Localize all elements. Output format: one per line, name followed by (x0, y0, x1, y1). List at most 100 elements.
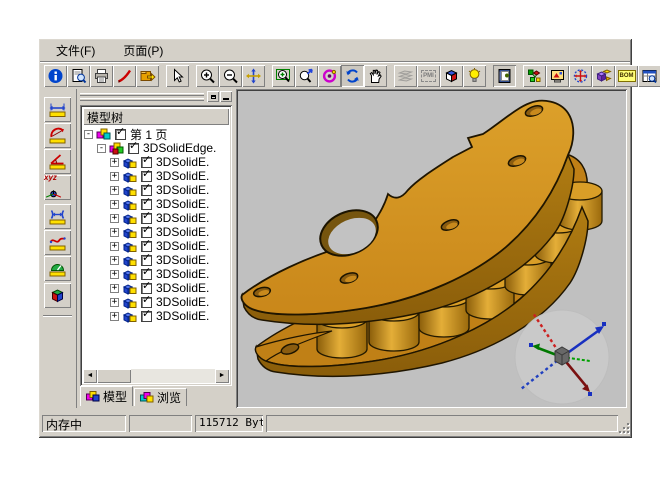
part-node-icon (122, 282, 138, 295)
zoom-out-button[interactable] (219, 65, 242, 87)
refresh-button[interactable] (341, 65, 364, 87)
explode-parts-button[interactable] (592, 65, 615, 87)
pan-button[interactable] (242, 65, 265, 87)
part-node-icon (122, 240, 138, 253)
tree-row-part[interactable]: +✓3DSolidE. (84, 183, 228, 197)
scroll-thumb[interactable] (97, 369, 131, 383)
measure-radius-button[interactable] (44, 123, 71, 148)
panel-titlebar[interactable] (78, 90, 234, 103)
tab-model[interactable]: 模型 (80, 386, 133, 406)
redline-button[interactable] (113, 65, 136, 87)
tree-checkbox[interactable]: ✓ (141, 227, 152, 238)
measure-length-button[interactable] (44, 97, 71, 122)
tab-browse[interactable]: 浏览 (134, 388, 187, 406)
tree-row-part[interactable]: +✓3DSolidE. (84, 211, 228, 225)
expand-icon[interactable]: + (110, 284, 119, 293)
scroll-right-arrow[interactable]: ► (215, 369, 229, 383)
menu-page[interactable]: 页面(P) (121, 41, 165, 60)
expand-icon[interactable]: + (110, 228, 119, 237)
tree-row-part[interactable]: +✓3DSolidE. (84, 155, 228, 169)
coordinate-xyz-button[interactable]: xyz (44, 175, 71, 200)
expand-icon[interactable]: + (110, 214, 119, 223)
zoom-out-icon (222, 68, 239, 84)
tree-row-part[interactable]: +✓3DSolidE. (84, 197, 228, 211)
scroll-left-arrow[interactable]: ◄ (83, 369, 97, 383)
tree-checkbox[interactable]: ✓ (141, 213, 152, 224)
panel-float-button[interactable] (207, 91, 219, 102)
drag-grip[interactable] (80, 98, 204, 101)
app-window: 文件(F) 页面(P) PMI (38, 38, 632, 438)
tree-checkbox[interactable]: ✓ (141, 269, 152, 280)
pmi-button[interactable]: PMI (417, 65, 440, 87)
expand-icon[interactable]: + (110, 270, 119, 279)
tree-checkbox[interactable]: ✓ (115, 129, 126, 140)
tree-row-part[interactable]: + ✓ 3DSolidE. (84, 281, 228, 295)
tree-checkbox[interactable]: ✓ (141, 297, 152, 308)
spin-button[interactable] (318, 65, 341, 87)
collapse-icon[interactable]: - (84, 130, 93, 139)
measure-curve-button[interactable] (44, 230, 71, 255)
attribute-table-button[interactable] (638, 65, 660, 87)
tree-row-part[interactable]: +✓3DSolidE. (84, 309, 228, 323)
tree-item-label: 3DSolidE. (156, 281, 209, 295)
tree-hscrollbar[interactable]: ◄ ► (83, 369, 229, 383)
viewport-3d[interactable] (236, 89, 627, 408)
tree-row-part[interactable]: +✓3DSolidE. (84, 253, 228, 267)
assembly-tree-button[interactable] (523, 65, 546, 87)
model-tab-icon (86, 391, 100, 403)
tree-checkbox[interactable]: ✓ (141, 241, 152, 252)
tree-row-assembly[interactable]: - ✓ 3DSolidEdge. (84, 141, 228, 155)
layers-button[interactable] (394, 65, 417, 87)
collapse-icon[interactable]: - (97, 144, 106, 153)
tree-row-page[interactable]: - ✓ 第 1 页 (84, 127, 228, 141)
measure-distance-icon (48, 208, 67, 226)
snapshot-button[interactable] (546, 65, 569, 87)
view-cube-button[interactable] (440, 65, 463, 87)
export-button[interactable] (136, 65, 159, 87)
tree-header: 模型树 (83, 108, 229, 125)
bom-button[interactable]: BOM (615, 65, 638, 87)
drag-grip[interactable] (80, 93, 204, 96)
tree-row-part[interactable]: +✓3DSolidE. (84, 295, 228, 309)
tree-checkbox[interactable]: ✓ (141, 185, 152, 196)
print-button[interactable] (90, 65, 113, 87)
tree-row-part[interactable]: +✓3DSolidE. (84, 239, 228, 253)
hand-pan-button[interactable] (364, 65, 387, 87)
expand-icon[interactable]: + (110, 158, 119, 167)
scroll-track[interactable] (97, 369, 215, 383)
orbit-button[interactable] (569, 65, 592, 87)
tree-row-part[interactable]: +✓3DSolidE. (84, 169, 228, 183)
notebook-button[interactable] (493, 65, 516, 87)
zoom-in-button[interactable] (196, 65, 219, 87)
expand-icon[interactable]: + (110, 186, 119, 195)
zoom-window-button[interactable] (272, 65, 295, 87)
select-button[interactable] (166, 65, 189, 87)
resize-grip[interactable] (617, 421, 629, 433)
orientation-widget (515, 310, 609, 404)
tree-checkbox[interactable]: ✓ (141, 157, 152, 168)
tree-row-part[interactable]: +✓3DSolidE. (84, 267, 228, 281)
tree-row-part[interactable]: +✓3DSolidE. (84, 225, 228, 239)
menu-file[interactable]: 文件(F) (54, 41, 97, 60)
tree-checkbox[interactable]: ✓ (128, 143, 139, 154)
tree-checkbox[interactable]: ✓ (141, 255, 152, 266)
panel-hide-button[interactable] (220, 91, 232, 102)
expand-icon[interactable]: + (110, 312, 119, 321)
lighting-button[interactable] (463, 65, 486, 87)
expand-icon[interactable]: + (110, 172, 119, 181)
expand-icon[interactable]: + (110, 242, 119, 251)
tree-checkbox[interactable]: ✓ (141, 311, 152, 322)
measure-gauge-button[interactable] (44, 256, 71, 281)
notebook-icon (496, 68, 513, 84)
zoom-dynamic-button[interactable] (295, 65, 318, 87)
tree-checkbox[interactable]: ✓ (141, 171, 152, 182)
expand-icon[interactable]: + (110, 200, 119, 209)
measure-distance-button[interactable] (44, 204, 71, 229)
measure-volume-button[interactable] (44, 283, 71, 308)
expand-icon[interactable]: + (110, 256, 119, 265)
print-preview-button[interactable] (67, 65, 90, 87)
tree-checkbox[interactable]: ✓ (141, 199, 152, 210)
expand-icon[interactable]: + (110, 298, 119, 307)
about-button[interactable] (44, 65, 67, 87)
tree-checkbox[interactable]: ✓ (141, 283, 152, 294)
